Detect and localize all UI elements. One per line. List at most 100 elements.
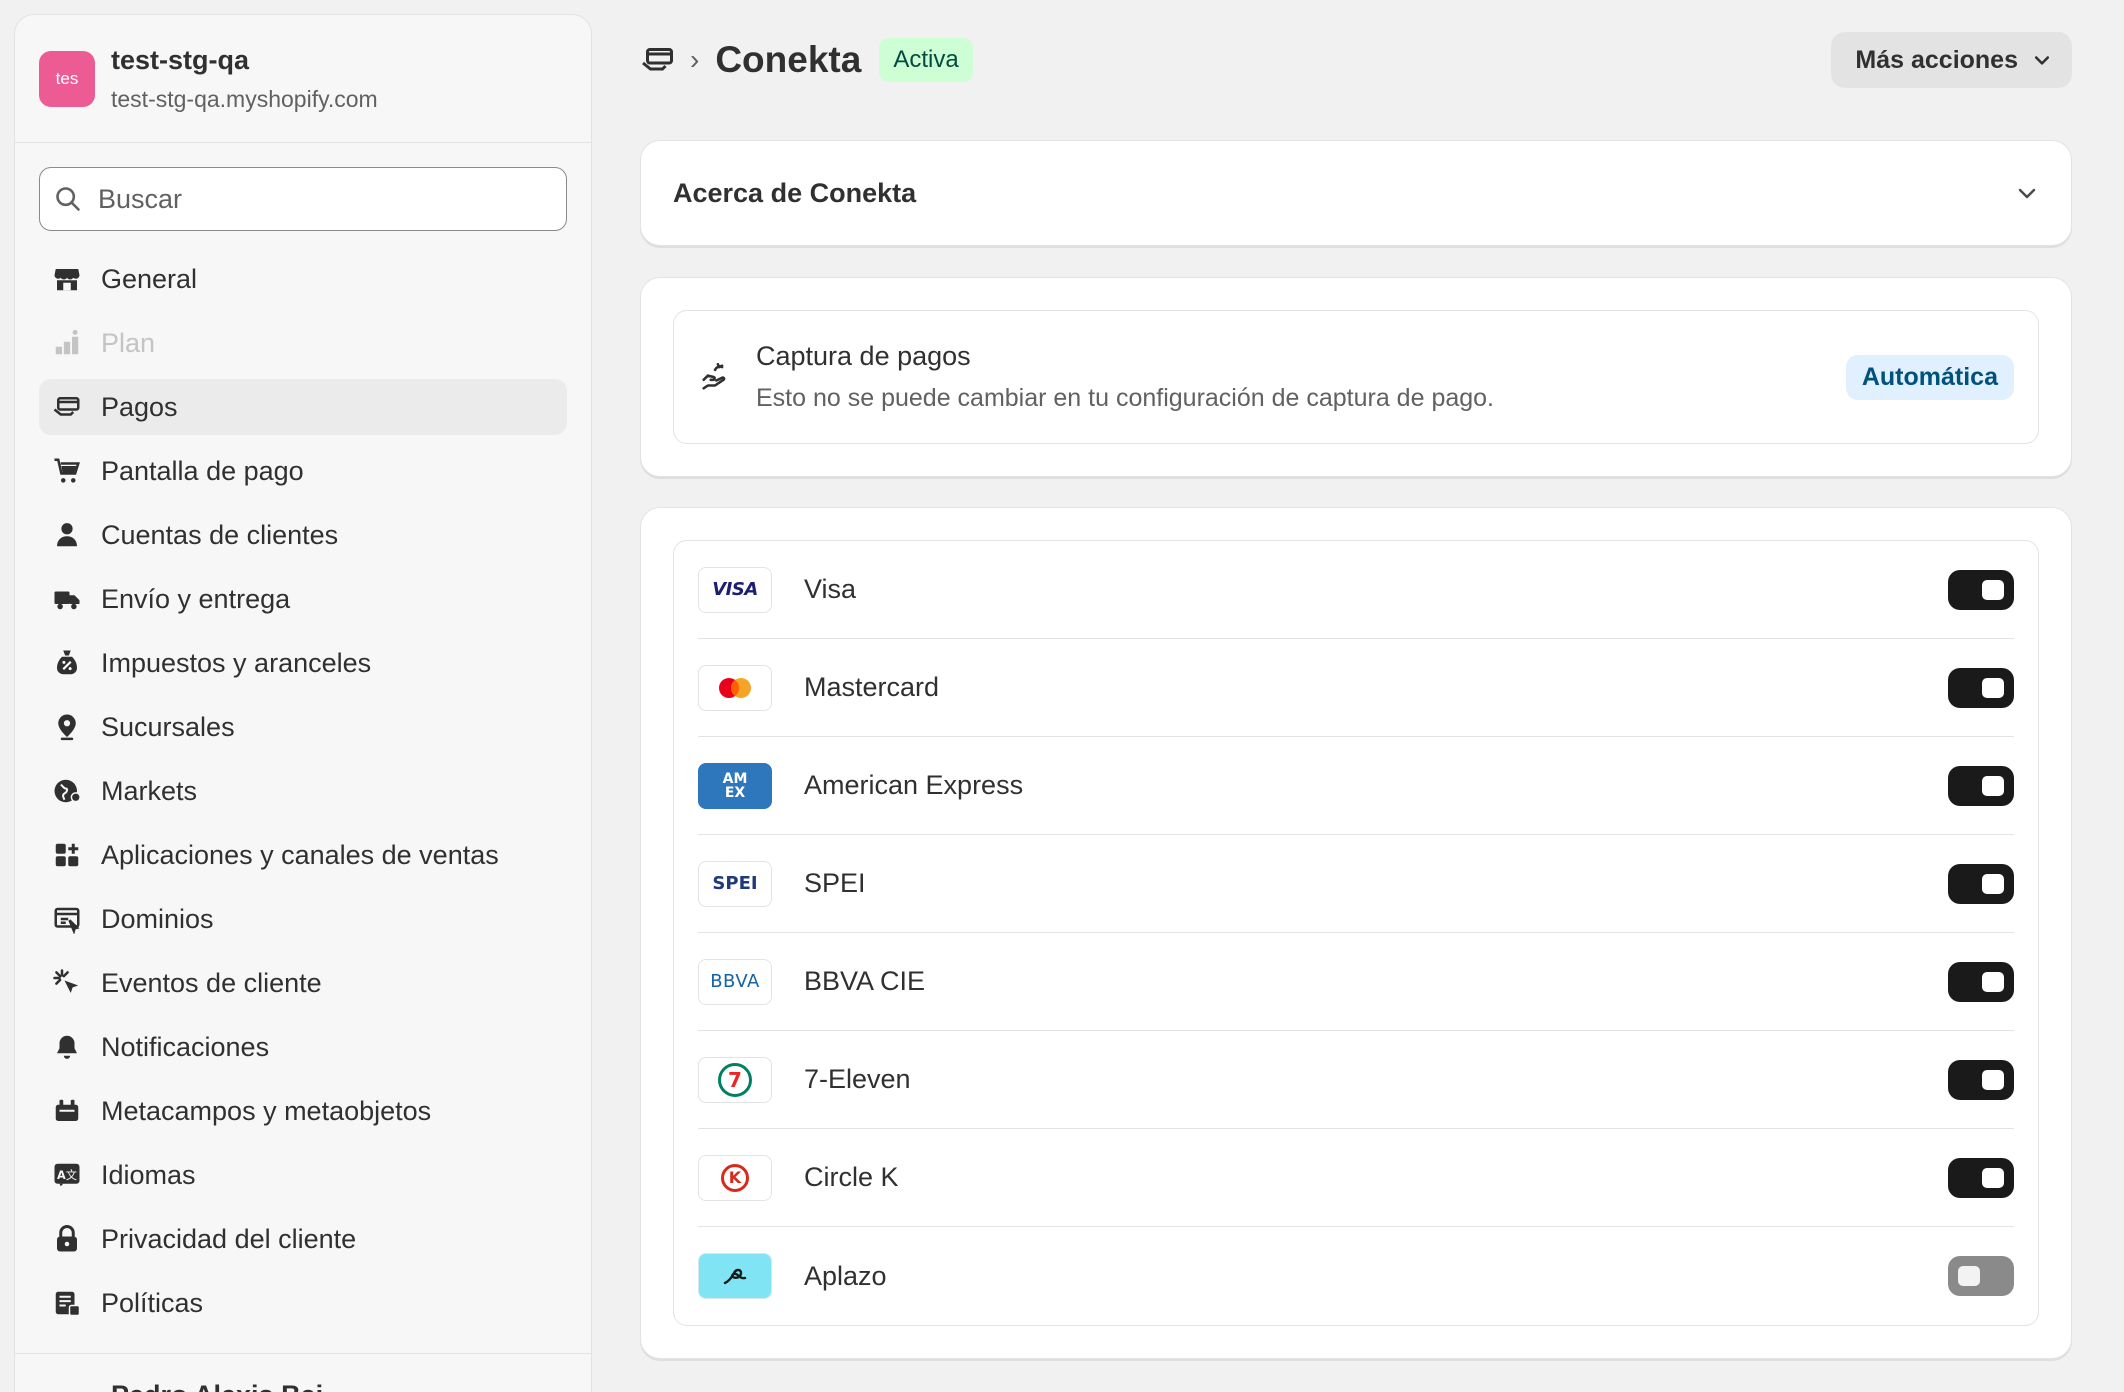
bell-icon	[51, 1031, 83, 1063]
apps-icon	[51, 839, 83, 871]
toggle-knob	[1982, 1167, 2004, 1188]
sidebar-item-notifications[interactable]: Notificaciones	[39, 1019, 567, 1075]
visa-toggle[interactable]	[1948, 569, 2014, 610]
sidebar-item-languages[interactable]: A文 Idiomas	[39, 1147, 567, 1203]
toggle-knob	[1982, 1069, 2004, 1090]
payment-methods-card: VISA Visa Mastercard AM EX American Expr…	[640, 507, 2072, 1359]
sidebar-item-general[interactable]: General	[39, 251, 567, 307]
payment-method-row: 7 7-Eleven	[698, 1031, 2014, 1129]
chevron-down-icon[interactable]	[2015, 181, 2039, 205]
capture-description: Esto no se puede cambiar en tu configura…	[756, 384, 1495, 412]
sidebar-item-label: General	[101, 263, 198, 294]
sidebar-user[interactable]: Pedro Alexis Bai...	[15, 1353, 591, 1392]
store-switcher[interactable]: tes test-stg-qa test-stg-qa.myshopify.co…	[15, 15, 591, 143]
sidebar-item-apps[interactable]: Aplicaciones y canales de ventas	[39, 827, 567, 883]
sidebar-item-label: Cuentas de clientes	[101, 519, 339, 550]
toggle-knob	[1982, 775, 2004, 796]
chevron-down-icon	[2034, 56, 2050, 65]
amex-toggle[interactable]	[1948, 765, 2014, 806]
spei-toggle[interactable]	[1948, 863, 2014, 904]
store-name: test-stg-qa	[111, 44, 250, 75]
more-actions-button[interactable]: Más acciones	[1831, 32, 2072, 88]
sidebar-item-pagos[interactable]: Pagos	[39, 379, 567, 435]
bbva-logo: BBVA	[698, 958, 772, 1005]
sidebar-item-shipping[interactable]: Envío y entrega	[39, 571, 567, 627]
toggle-knob	[1982, 873, 2004, 894]
payment-method-name: 7-Eleven	[804, 1064, 911, 1094]
more-actions-label: Más acciones	[1855, 45, 2018, 74]
lock-icon	[51, 1223, 83, 1255]
svg-text:文: 文	[66, 1168, 77, 1182]
payment-method-row: K Circle K	[698, 1129, 2014, 1227]
sidebar-item-policies[interactable]: Políticas	[39, 1275, 567, 1331]
payment-method-name: Mastercard	[804, 672, 940, 702]
plan-icon	[51, 327, 83, 359]
aplazo-logo	[698, 1253, 772, 1299]
search-icon	[56, 187, 80, 211]
circle-k-logo: K	[698, 1154, 772, 1201]
payment-method-row: SPEI SPEI	[698, 835, 2014, 933]
sidebar-item-customer-events[interactable]: Eventos de cliente	[39, 955, 567, 1011]
sidebar-item-label: Eventos de cliente	[101, 967, 322, 998]
bbva-toggle[interactable]	[1948, 961, 2014, 1002]
domains-icon	[51, 903, 83, 935]
payment-method-row: VISA Visa	[698, 541, 2014, 639]
payment-method-row: Mastercard	[698, 639, 2014, 737]
settings-page: tes test-stg-qa test-stg-qa.myshopify.co…	[0, 0, 2124, 1392]
sidebar-item-checkout[interactable]: Pantalla de pago	[39, 443, 567, 499]
store-avatar: tes	[39, 50, 95, 107]
payment-method-name: American Express	[804, 770, 1024, 800]
sidebar-item-label: Metacampos y metaobjetos	[101, 1095, 432, 1126]
status-badge: Activa	[879, 38, 973, 82]
location-icon	[51, 711, 83, 743]
sidebar-item-taxes[interactable]: Impuestos y aranceles	[39, 635, 567, 691]
tax-icon	[51, 647, 83, 679]
settings-nav: General Plan Pagos Pantalla de pago Cuen…	[15, 251, 591, 1331]
sidebar-item-label: Notificaciones	[101, 1031, 270, 1062]
mastercard-logo	[698, 664, 772, 711]
sidebar-item-metafields[interactable]: Metacampos y metaobjetos	[39, 1083, 567, 1139]
person-icon	[51, 519, 83, 551]
spei-logo: SPEI	[698, 860, 772, 907]
circle-k-logo-text: K	[721, 1163, 749, 1192]
store-icon	[51, 263, 83, 295]
sidebar-item-label: Privacidad del cliente	[101, 1223, 357, 1254]
aplazo-toggle[interactable]	[1948, 1256, 2014, 1296]
breadcrumb-separator-icon: ›	[690, 44, 700, 75]
seven-eleven-toggle[interactable]	[1948, 1059, 2014, 1100]
sidebar-item-locations[interactable]: Sucursales	[39, 699, 567, 755]
sidebar-item-label: Pagos	[101, 391, 178, 422]
truck-icon	[51, 583, 83, 615]
sidebar-item-domains[interactable]: Dominios	[39, 891, 567, 947]
payment-method-row: BBVA BBVA CIE	[698, 933, 2014, 1031]
payments-icon[interactable]	[640, 42, 676, 78]
bbva-logo-text: BBVA	[710, 971, 760, 992]
payment-method-row: AM EX American Express	[698, 737, 2014, 835]
spei-logo-text: SPEI	[712, 873, 758, 894]
amex-logo-text: AM EX	[722, 770, 748, 801]
mastercard-toggle[interactable]	[1948, 667, 2014, 708]
policy-icon	[51, 1287, 83, 1319]
sidebar-item-customer-accounts[interactable]: Cuentas de clientes	[39, 507, 567, 563]
visa-logo-text: VISA	[712, 579, 758, 600]
search-input[interactable]	[98, 183, 558, 215]
circle-k-toggle[interactable]	[1948, 1157, 2014, 1198]
sidebar-item-plan[interactable]: Plan	[39, 315, 567, 371]
payment-capture-card: Captura de pagos Esto no se puede cambia…	[640, 277, 2072, 477]
sidebar-item-privacy[interactable]: Privacidad del cliente	[39, 1211, 567, 1267]
toggle-knob	[1982, 677, 2004, 698]
sidebar-item-markets[interactable]: Markets	[39, 763, 567, 819]
capture-mode-badge: Automática	[1845, 354, 2014, 400]
toggle-knob	[1982, 579, 2004, 600]
sidebar-item-label: Pantalla de pago	[101, 455, 304, 486]
amex-logo: AM EX	[698, 762, 772, 809]
cursor-icon	[51, 967, 83, 999]
cart-icon	[51, 455, 83, 487]
about-card[interactable]: Acerca de Conekta	[640, 140, 2072, 246]
payment-method-name: BBVA CIE	[804, 966, 926, 996]
search-box[interactable]	[39, 167, 567, 231]
payment-capture-row: Captura de pagos Esto no se puede cambia…	[673, 310, 2039, 444]
page-title: Conekta	[715, 39, 862, 80]
payment-method-row: Aplazo	[698, 1227, 2014, 1325]
payment-method-name: Circle K	[804, 1162, 899, 1192]
